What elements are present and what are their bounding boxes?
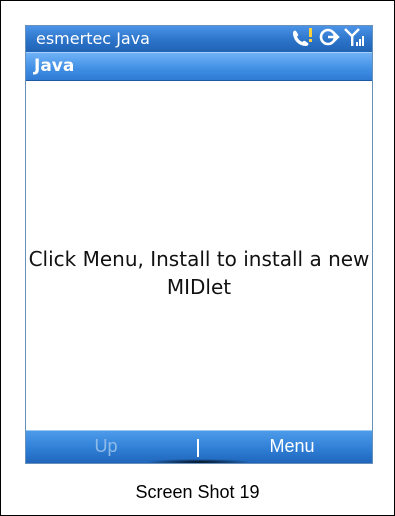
status-icons [290, 28, 364, 50]
status-bar: esmertec Java [26, 26, 372, 52]
figure-frame: esmertec Java Java Click Menu, Install t… [0, 0, 395, 516]
install-hint-message: Click Menu, Install to install a new MID… [28, 247, 370, 299]
softkey-bar: Up Menu [26, 430, 372, 463]
softkey-divider [197, 439, 199, 457]
title-bar: Java [26, 52, 372, 81]
menu-softkey[interactable]: Menu [212, 436, 372, 456]
app-title: Java [34, 56, 75, 76]
phone-screen: esmertec Java Java Click Menu, Install t… [25, 25, 373, 464]
sync-icon[interactable] [318, 27, 340, 51]
status-bar-title: esmertec Java [36, 29, 150, 48]
missed-call-icon[interactable] [290, 27, 314, 51]
up-softkey[interactable]: Up [26, 436, 186, 456]
signal-icon[interactable] [344, 27, 364, 51]
figure-caption: Screen Shot 19 [135, 482, 260, 502]
content-area: Click Menu, Install to install a new MID… [26, 81, 372, 406]
softkey-shadow [146, 459, 252, 463]
